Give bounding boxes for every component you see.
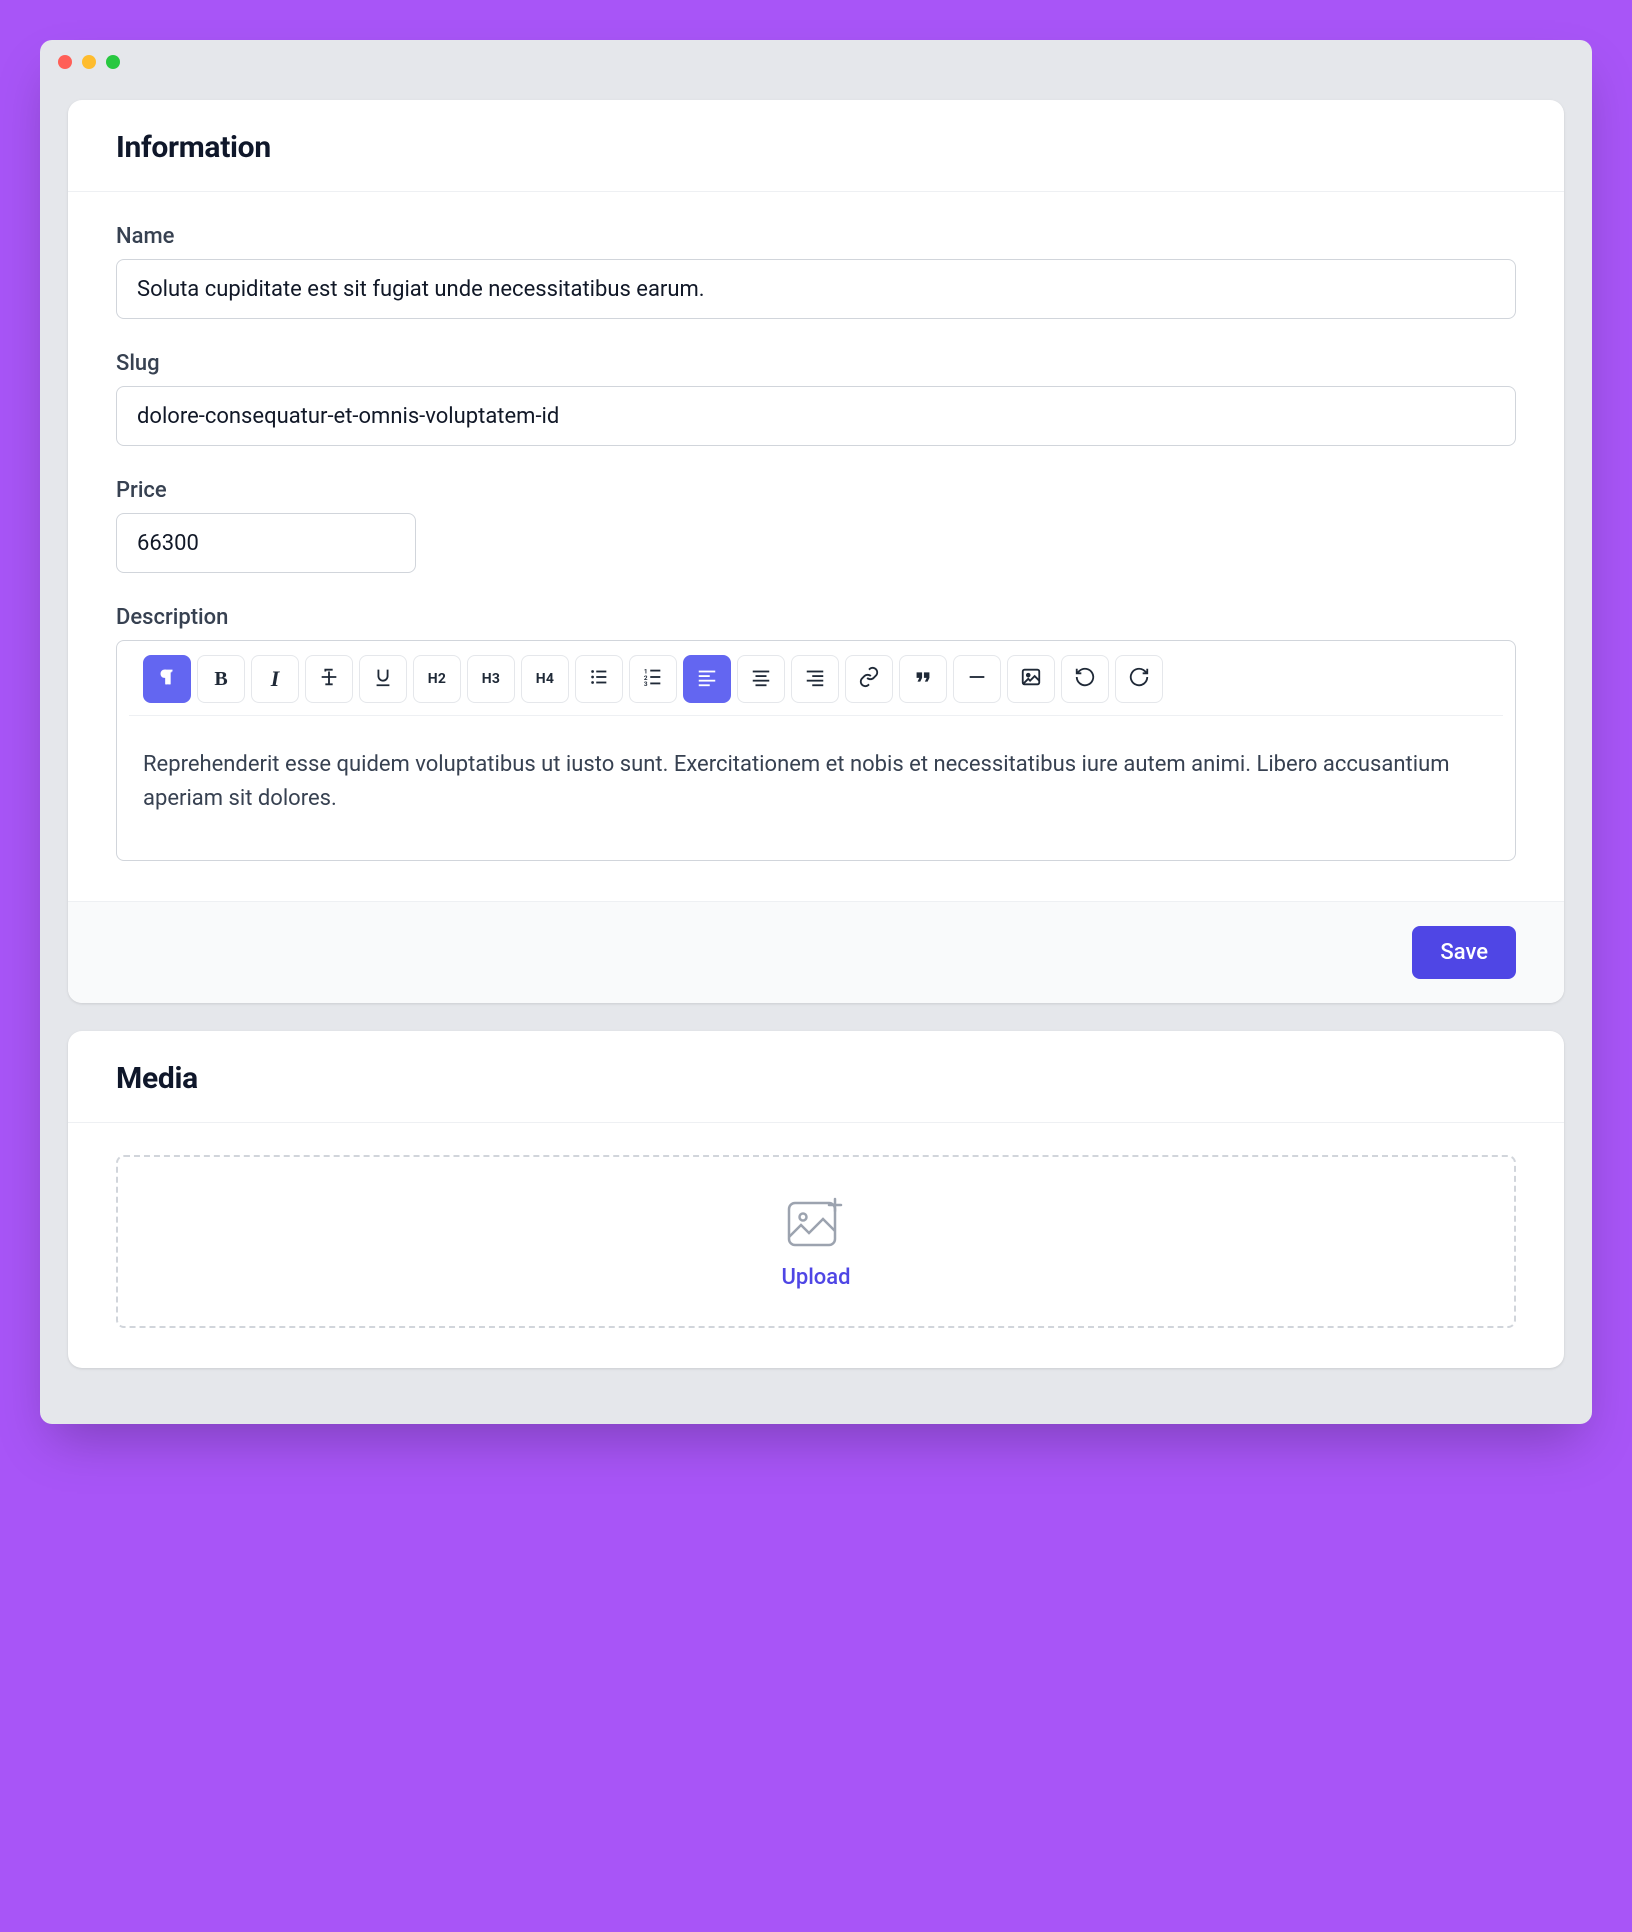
media-card: Media Upload	[68, 1031, 1564, 1368]
description-editor: B I H2	[116, 640, 1516, 861]
description-content[interactable]: Reprehenderit esse quidem voluptatibus u…	[117, 716, 1515, 860]
underline-icon	[372, 666, 394, 693]
window-content: Information Name Slug Price	[40, 84, 1592, 1424]
description-field-group: Description B I	[116, 605, 1516, 861]
editor-toolbar: B I H2	[129, 641, 1503, 716]
paragraph-icon	[156, 666, 178, 693]
window-close-button[interactable]	[58, 55, 72, 69]
save-button[interactable]: Save	[1412, 926, 1516, 979]
information-card-footer: Save	[68, 901, 1564, 1003]
slug-input[interactable]	[116, 386, 1516, 446]
app-window: Information Name Slug Price	[40, 40, 1592, 1424]
image-button[interactable]	[1007, 655, 1055, 703]
undo-button[interactable]	[1061, 655, 1109, 703]
upload-label: Upload	[781, 1265, 850, 1290]
media-card-header: Media	[68, 1031, 1564, 1123]
upload-dropzone[interactable]: Upload	[116, 1155, 1516, 1328]
paragraph-button[interactable]	[143, 655, 191, 703]
redo-icon	[1128, 666, 1150, 693]
undo-icon	[1074, 666, 1096, 693]
h3-button[interactable]: H3	[467, 655, 515, 703]
minus-icon	[966, 666, 988, 693]
align-right-button[interactable]	[791, 655, 839, 703]
list-bullet-icon	[588, 666, 610, 693]
media-card-body: Upload	[68, 1123, 1564, 1368]
price-label: Price	[116, 478, 1516, 503]
h2-icon: H2	[428, 671, 446, 687]
ordered-list-button[interactable]: 123	[629, 655, 677, 703]
link-button[interactable]	[845, 655, 893, 703]
align-center-icon	[750, 666, 772, 693]
information-title: Information	[116, 130, 1516, 165]
horizontal-rule-button[interactable]	[953, 655, 1001, 703]
information-card-body: Name Slug Price Description	[68, 192, 1564, 901]
window-maximize-button[interactable]	[106, 55, 120, 69]
window-minimize-button[interactable]	[82, 55, 96, 69]
bullet-list-button[interactable]	[575, 655, 623, 703]
information-card-header: Information	[68, 100, 1564, 192]
information-card: Information Name Slug Price	[68, 100, 1564, 1003]
window-titlebar	[40, 40, 1592, 84]
italic-button[interactable]: I	[251, 655, 299, 703]
bold-button[interactable]: B	[197, 655, 245, 703]
quote-button[interactable]	[899, 655, 947, 703]
slug-field-group: Slug	[116, 351, 1516, 446]
h4-button[interactable]: H4	[521, 655, 569, 703]
name-label: Name	[116, 224, 1516, 249]
italic-icon: I	[271, 666, 280, 692]
media-title: Media	[116, 1061, 1516, 1096]
slug-label: Slug	[116, 351, 1516, 376]
svg-text:3: 3	[644, 680, 648, 688]
strike-button[interactable]	[305, 655, 353, 703]
bold-icon: B	[214, 668, 227, 691]
price-input[interactable]	[116, 513, 416, 573]
name-input[interactable]	[116, 259, 1516, 319]
align-left-icon	[696, 666, 718, 693]
align-left-button[interactable]	[683, 655, 731, 703]
h4-icon: H4	[536, 671, 554, 687]
h3-icon: H3	[482, 671, 500, 687]
quote-icon	[912, 666, 934, 693]
underline-button[interactable]	[359, 655, 407, 703]
strike-icon	[318, 666, 340, 693]
upload-image-icon	[785, 1193, 847, 1253]
price-field-group: Price	[116, 478, 1516, 573]
image-icon	[1020, 666, 1042, 693]
name-field-group: Name	[116, 224, 1516, 319]
link-icon	[858, 666, 880, 693]
align-center-button[interactable]	[737, 655, 785, 703]
description-label: Description	[116, 605, 1516, 630]
align-right-icon	[804, 666, 826, 693]
h2-button[interactable]: H2	[413, 655, 461, 703]
redo-button[interactable]	[1115, 655, 1163, 703]
list-ordered-icon: 123	[642, 666, 664, 693]
